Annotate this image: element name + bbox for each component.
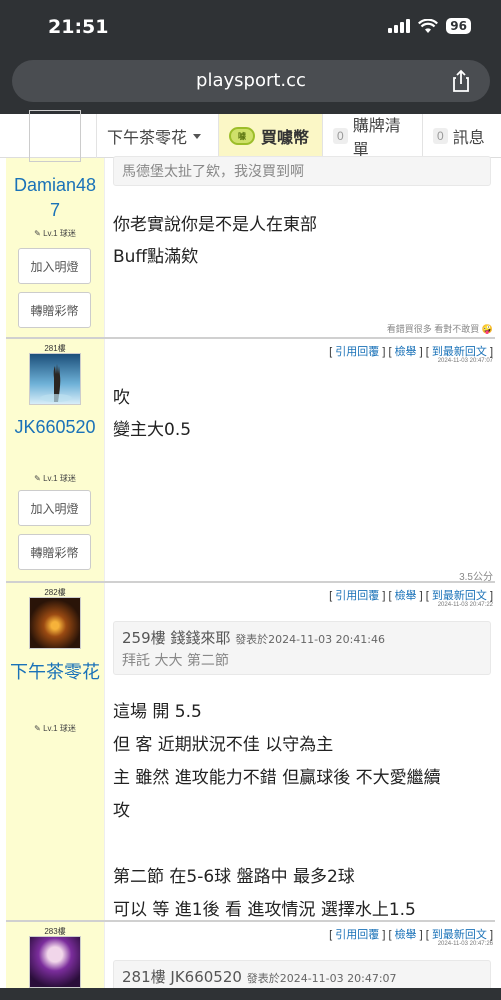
post-date: 2024-11-03 20:47:26	[437, 941, 493, 947]
report-link[interactable]: 檢舉	[395, 929, 417, 941]
avatar	[29, 110, 81, 162]
latest-reply-link[interactable]: 到最新回文	[432, 929, 487, 941]
post-date: 2024-11-03 20:47:07	[437, 358, 493, 364]
post-body-line: 變主大0.5	[113, 420, 192, 440]
post-body-line: 吹	[113, 388, 130, 408]
post-actions: [ 引用回覆 ] [ 檢舉 ] [ 到最新回文 ]	[329, 929, 493, 941]
browser-bottom-bar	[0, 988, 501, 1000]
quote-author: 259樓 錢錢來耶	[122, 629, 231, 647]
post-content: [ 引用回覆 ] [ 檢舉 ] [ 到最新回文 ] 2024-11-03 20:…	[104, 583, 495, 920]
post-date: 2024-11-03 20:47:22	[437, 602, 493, 608]
caret-down-icon	[193, 133, 202, 139]
latest-reply-link[interactable]: 到最新回文	[432, 590, 487, 602]
author-level-text: Lv.1 球迷	[43, 229, 76, 238]
post-author-panel: 282樓 下午茶零花 ✎ Lv.1 球迷	[6, 583, 104, 920]
wifi-icon	[418, 18, 439, 33]
post-body-line: 攻	[113, 801, 130, 821]
quote-meta: 發表於2024-11-03 20:47:07	[246, 972, 397, 985]
author-name[interactable]: Damian487	[6, 173, 104, 223]
browser-chrome: 21:51 96 playsport.cc	[0, 0, 501, 114]
quote-text: 拜託 大大 第二節	[122, 653, 229, 669]
author-level: ✎ Lv.1 球迷	[34, 474, 76, 483]
follow-button[interactable]: 加入明燈	[18, 248, 91, 284]
messages-count-badge: 0	[433, 128, 448, 144]
post-body-line: 第二節 在5-6球 盤路中 最多2球	[113, 867, 355, 887]
author-name[interactable]: 下午茶零花	[6, 660, 104, 685]
forum-post: Damian487 ✎ Lv.1 球迷 加入明燈 轉贈彩幣 馬德堡太扯了欸，我沒…	[6, 110, 495, 339]
emoji-icon: 🤪	[481, 324, 493, 334]
battery-indicator: 96	[446, 18, 471, 34]
raised-hand-icon	[40, 364, 72, 402]
forum-post: 282樓 下午茶零花 ✎ Lv.1 球迷 [ 引用回覆 ] [ 檢舉 ] [ 到…	[6, 583, 495, 922]
post-content: [ 引用回覆 ] [ 檢舉 ] [ 到最新回文 ] 2024-11-03 20:…	[104, 339, 495, 583]
post-body-line: 這場 開 5.5	[113, 702, 202, 722]
post-body-line: 但 客 近期狀況不佳 以守為主	[113, 735, 334, 755]
post-body-line: 你老實說你是不是人在東部	[113, 215, 317, 235]
user-menu[interactable]: 下午茶零花	[96, 114, 218, 158]
forum-post: 281樓 JK660520 ✎ Lv.1 球迷 加入明燈 轉贈彩幣 [ 引用回覆…	[6, 339, 495, 583]
author-level: ✎ Lv.1 球迷	[34, 724, 76, 733]
gift-coins-button[interactable]: 轉贈彩幣	[18, 534, 91, 570]
gift-coins-button[interactable]: 轉贈彩幣	[18, 292, 91, 328]
post-actions: [ 引用回覆 ] [ 檢舉 ] [ 到最新回文 ]	[329, 346, 493, 358]
latest-reply-link[interactable]: 到最新回文	[432, 346, 487, 358]
post-body-line: 主 雖然 進攻能力不錯 但贏球後 不大愛繼續	[113, 768, 441, 788]
quote-text: 馬德堡太扯了欸，我沒買到啊	[122, 164, 304, 180]
score-label: 3.5公分	[459, 572, 493, 583]
report-link[interactable]: 檢舉	[395, 590, 417, 602]
quote-reply-link[interactable]: 引用回覆	[335, 590, 379, 602]
url-text: playsport.cc	[196, 70, 306, 91]
post-author-panel: Damian487 ✎ Lv.1 球迷 加入明燈 轉贈彩幣	[6, 110, 104, 337]
address-bar[interactable]: playsport.cc	[12, 60, 490, 102]
quote-author: 281樓 JK660520	[122, 968, 242, 986]
quote-reply-link[interactable]: 引用回覆	[335, 929, 379, 941]
post-actions: [ 引用回覆 ] [ 檢舉 ] [ 到最新回文 ]	[329, 590, 493, 602]
quote-header: 259樓 錢錢來耶 發表於2024-11-03 20:41:46	[122, 627, 385, 648]
messages-label: 訊息	[452, 130, 485, 147]
post-content: 馬德堡太扯了欸，我沒買到啊 你老實說你是不是人在東部 Buff點滿欸 看錯買很多…	[104, 156, 495, 337]
post-body-line: Buff點滿欸	[113, 247, 199, 267]
cellular-signal-icon	[388, 19, 411, 33]
author-level-text: Lv.1 球迷	[43, 474, 76, 483]
avatar[interactable]	[29, 936, 81, 988]
avatar[interactable]	[29, 597, 81, 649]
author-level-text: Lv.1 球迷	[43, 724, 76, 733]
status-time: 21:51	[48, 16, 109, 38]
quote-block: 259樓 錢錢來耶 發表於2024-11-03 20:41:46 拜託 大大 第…	[113, 621, 491, 675]
post-body-line: 可以 等 進1後 看 進攻情況 選擇水上1.5	[113, 900, 416, 920]
buy-coins-button[interactable]: 噱 買噱幣	[218, 114, 322, 158]
author-level: ✎ Lv.1 球迷	[34, 229, 76, 238]
avatar[interactable]	[29, 353, 81, 405]
quote-meta: 發表於2024-11-03 20:41:46	[235, 633, 386, 646]
cart-link[interactable]: 0 購牌清單	[322, 114, 422, 159]
author-name[interactable]: JK660520	[6, 415, 104, 440]
cart-count-badge: 0	[333, 128, 348, 144]
quote-header: 281樓 JK660520 發表於2024-11-03 20:47:07	[122, 966, 397, 987]
buy-coins-label: 買噱幣	[261, 130, 310, 147]
user-menu-label: 下午茶零花	[107, 130, 188, 147]
status-icons: 96	[388, 18, 471, 34]
post-author-panel: 281樓 JK660520 ✎ Lv.1 球迷 加入明燈 轉贈彩幣	[6, 339, 104, 581]
post-signature: 看錯買很多 看對不敢買 🤪	[387, 322, 493, 335]
messages-link[interactable]: 0 訊息	[422, 114, 501, 158]
quote-reply-link[interactable]: 引用回覆	[335, 346, 379, 358]
share-icon[interactable]	[450, 69, 472, 93]
cart-label: 購牌清單	[352, 118, 401, 159]
quote-block: 馬德堡太扯了欸，我沒買到啊	[113, 156, 491, 186]
signature-text: 看錯買很多 看對不敢買	[386, 324, 480, 334]
follow-button[interactable]: 加入明燈	[18, 490, 91, 526]
coin-icon: 噱	[229, 127, 255, 145]
report-link[interactable]: 檢舉	[395, 346, 417, 358]
